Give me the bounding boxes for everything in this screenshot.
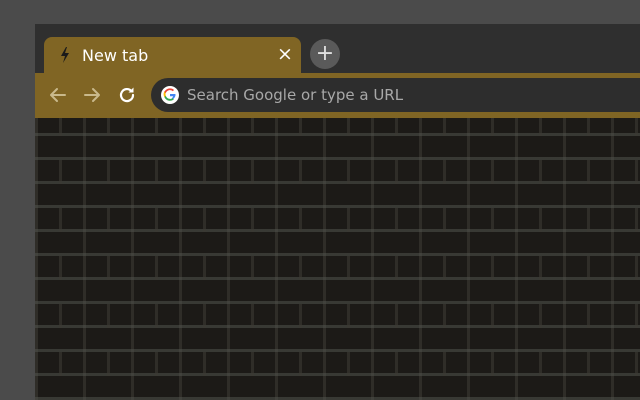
arrow-left-icon xyxy=(50,88,66,102)
toolbar: Search Google or type a URL xyxy=(35,73,640,118)
new-tab-page-background xyxy=(35,118,640,400)
forward-button[interactable] xyxy=(81,84,103,106)
bolt-icon xyxy=(60,47,70,63)
tab-title: New tab xyxy=(82,46,149,65)
omnibox-placeholder: Search Google or type a URL xyxy=(187,86,404,104)
back-button[interactable] xyxy=(47,84,69,106)
reload-button[interactable] xyxy=(116,84,138,106)
close-tab-button[interactable]: × xyxy=(277,44,293,64)
new-tab-button[interactable]: + xyxy=(310,39,340,69)
reload-icon xyxy=(119,87,135,103)
omnibox[interactable]: Search Google or type a URL xyxy=(151,78,640,112)
arrow-right-icon xyxy=(84,88,100,102)
tab-new-tab[interactable]: New tab × xyxy=(44,37,301,73)
browser-window: New tab × + Search Google or type a URL xyxy=(35,24,640,400)
google-g-icon xyxy=(161,86,179,104)
